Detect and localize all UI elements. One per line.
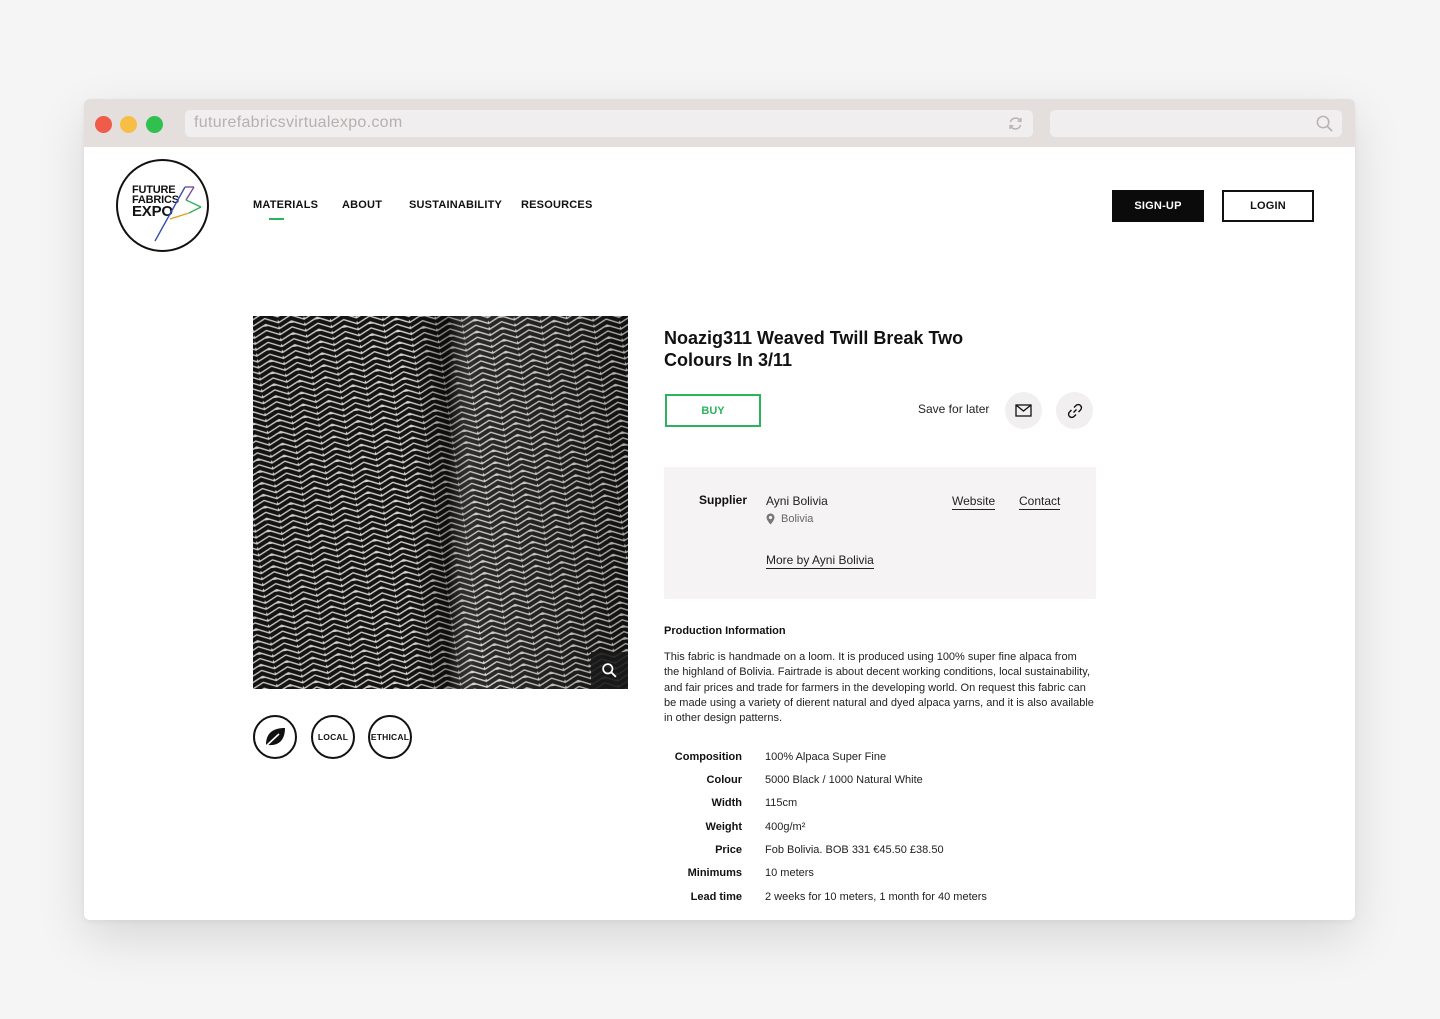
spec-row-price: Price Fob Bolivia. BOB 331 €45.50 £38.50 [664, 844, 1184, 862]
nav-item-about[interactable]: ABOUT [342, 199, 382, 211]
more-by-supplier-link[interactable]: More by Ayni Bolivia [766, 553, 874, 569]
product-title-line2: Colours In 3/11 [664, 350, 793, 370]
supplier-name: Ayni Bolivia [766, 494, 828, 508]
envelope-icon [1015, 404, 1032, 417]
production-info-text: This fabric is handmade on a loom. It is… [664, 651, 1094, 725]
ethical-badge: ETHICAL [368, 715, 412, 759]
product-image[interactable] [253, 316, 628, 689]
nav-item-sustainability[interactable]: SUSTAINABILITY [409, 199, 502, 211]
search-icon [1316, 115, 1333, 132]
supplier-panel: Supplier Ayni Bolivia Bolivia Website Co… [664, 467, 1096, 599]
link-icon [1067, 403, 1082, 418]
spec-value: 115cm [765, 797, 798, 809]
spec-label: Composition [674, 751, 742, 763]
save-for-later-label[interactable]: Save for later [918, 402, 989, 416]
future-fabrics-expo-logo[interactable]: FUTURE FABRICS EXPO [116, 159, 209, 252]
maximize-window-button[interactable] [146, 116, 163, 133]
spec-value: 5000 Black / 1000 Natural White [765, 774, 923, 786]
address-url: futurefabricsvirtualexpo.com [194, 114, 403, 131]
magnifier-icon [602, 663, 617, 678]
spec-value: 10 meters [765, 867, 814, 879]
spec-row-weight: Weight 400g/m² [664, 821, 1184, 839]
spec-row-minimums: Minimums 10 meters [664, 867, 1184, 885]
leaf-icon [264, 728, 285, 748]
spec-row-colour: Colour 5000 Black / 1000 Natural White [664, 774, 1184, 792]
production-info-heading: Production Information [664, 625, 786, 637]
product-title-line1: Noazig311 Weaved Twill Break Two [664, 328, 964, 348]
buy-button[interactable]: BUY [665, 394, 761, 427]
minimize-window-button[interactable] [120, 116, 137, 133]
spec-row-width: Width 115cm [664, 797, 1184, 815]
refresh-icon[interactable] [1006, 114, 1025, 133]
zoom-button[interactable] [591, 652, 628, 689]
location-pin-icon [766, 513, 775, 525]
spec-label: Width [711, 797, 742, 809]
spec-row-lead-time: Lead time 2 weeks for 10 meters, 1 month… [664, 891, 1184, 909]
spec-label: Lead time [690, 891, 742, 903]
nav-active-indicator [269, 218, 284, 220]
supplier-website-link[interactable]: Website [952, 494, 996, 510]
eco-badge [253, 715, 297, 759]
logo-mark-icon [154, 186, 202, 242]
spec-value: 400g/m² [765, 821, 806, 833]
supplier-location: Bolivia [766, 513, 813, 525]
spec-label: Price [715, 844, 742, 856]
spec-value: 100% Alpaca Super Fine [765, 751, 887, 763]
local-badge: LOCAL [311, 715, 355, 759]
spec-label: Weight [705, 821, 742, 833]
nav-item-materials[interactable]: MATERIALS [253, 199, 318, 211]
login-button[interactable]: LOGIN [1222, 190, 1314, 222]
spec-value: Fob Bolivia. BOB 331 €45.50 £38.50 [765, 844, 944, 856]
browser-window: futurefabricsvirtualexpo.com FUTURE FABR… [84, 99, 1355, 920]
close-window-button[interactable] [95, 116, 112, 133]
supplier-location-text: Bolivia [781, 513, 814, 525]
supplier-contact-link[interactable]: Contact [1019, 494, 1061, 510]
signup-button[interactable]: SIGN-UP [1112, 190, 1204, 222]
nav-item-resources[interactable]: RESOURCES [521, 199, 592, 211]
fabric-pattern-image [253, 316, 628, 689]
browser-search-field[interactable] [1050, 110, 1342, 137]
spec-label: Minimums [687, 867, 742, 879]
supplier-label: Supplier [699, 493, 748, 507]
browser-toolbar: futurefabricsvirtualexpo.com [84, 99, 1355, 147]
spec-label: Colour [706, 774, 742, 786]
email-button[interactable] [1005, 392, 1042, 429]
address-bar[interactable]: futurefabricsvirtualexpo.com [185, 110, 1033, 137]
spec-value: 2 weeks for 10 meters, 1 month for 40 me… [765, 891, 987, 903]
spec-row-composition: Composition 100% Alpaca Super Fine [664, 751, 1184, 769]
product-title: Noazig311 Weaved Twill Break Two Colours… [664, 327, 984, 371]
copy-link-button[interactable] [1056, 392, 1093, 429]
